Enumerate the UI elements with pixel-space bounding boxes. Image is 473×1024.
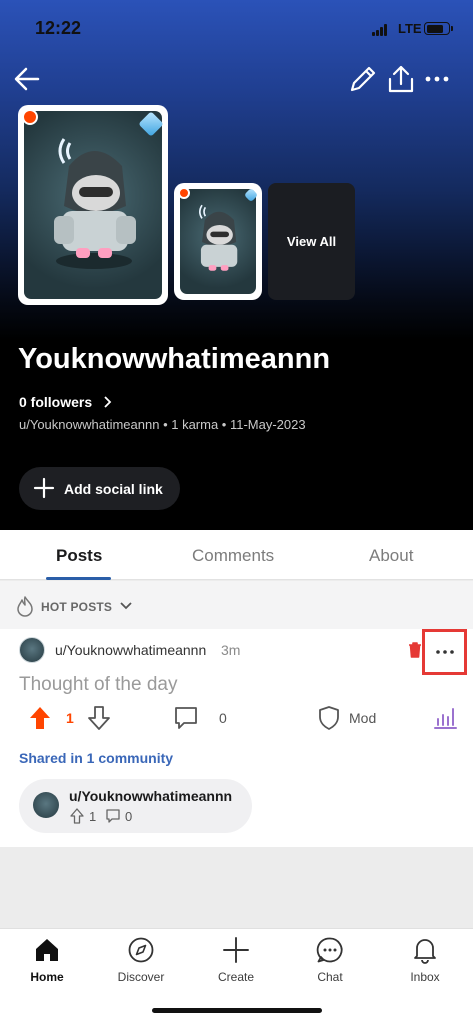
post-age: 3m: [221, 642, 241, 658]
shared-in-community-link[interactable]: Shared in 1 community: [19, 750, 173, 766]
crosspost-community: u/Youknowwhatimeannn: [69, 788, 233, 804]
nav-discover[interactable]: Discover: [94, 929, 188, 989]
share-icon[interactable]: [384, 62, 418, 96]
followers-link[interactable]: 0 followers: [19, 394, 112, 410]
pencil-icon[interactable]: [346, 62, 380, 96]
flame-icon: [17, 596, 33, 617]
upvote-icon[interactable]: [28, 705, 52, 731]
profile-meta: u/Youknowwhatimeannn • 1 karma • 11-May-…: [19, 417, 306, 432]
nav-chat-label: Chat: [317, 970, 343, 984]
nav-home[interactable]: Home: [0, 929, 94, 989]
avatar-collectible-card[interactable]: [18, 105, 168, 305]
mod-label[interactable]: Mod: [349, 710, 376, 726]
chat-icon: [316, 937, 343, 963]
home-icon: [36, 939, 58, 961]
add-social-link-button[interactable]: Add social link: [19, 467, 180, 510]
active-tab-indicator: [46, 577, 111, 580]
add-social-link-label: Add social link: [64, 481, 163, 497]
sort-bar[interactable]: HOT POSTS: [0, 581, 473, 629]
nav-inbox-label: Inbox: [410, 970, 440, 984]
status-time: 12:22: [35, 18, 82, 38]
comment-icon[interactable]: [173, 705, 199, 731]
nav-home-label: Home: [30, 970, 64, 984]
crosspost-avatar: [33, 792, 59, 818]
chevron-right-icon: [104, 396, 112, 408]
compass-icon: [128, 937, 154, 963]
signal-icon: [372, 24, 392, 36]
avatar-art: [24, 111, 162, 299]
post-more-options-button[interactable]: [422, 629, 467, 675]
nav-create[interactable]: Create: [189, 929, 283, 989]
downvote-icon[interactable]: [87, 705, 111, 731]
profile-display-name: Youknowwhatimeannn: [18, 343, 331, 375]
post-title[interactable]: Thought of the day: [19, 674, 177, 696]
crosspost-chip[interactable]: u/Youknowwhatimeannn 1 0: [19, 779, 252, 833]
tab-comments[interactable]: Comments: [192, 546, 274, 566]
avatar-collectible-card-small[interactable]: [174, 183, 262, 300]
upvote-outline-icon: [70, 808, 84, 824]
bell-icon: [414, 939, 436, 964]
view-all-button[interactable]: View All: [268, 183, 355, 300]
status-bar: 12:22 LTE: [0, 0, 473, 54]
home-indicator: [152, 1008, 322, 1013]
tab-posts[interactable]: Posts: [56, 546, 102, 566]
comment-count: 0: [219, 710, 227, 726]
snoo-avatar-illustration-small: [199, 204, 238, 271]
battery-icon: [424, 22, 453, 35]
nav-chat[interactable]: Chat: [283, 929, 377, 989]
nav-inbox[interactable]: Inbox: [378, 929, 472, 989]
more-horizontal-icon: [436, 650, 454, 654]
sort-label: HOT POSTS: [41, 600, 113, 614]
reddit-badge-icon: [22, 109, 38, 125]
crosspost-upvotes: 1: [89, 809, 97, 824]
vote-count: 1: [66, 710, 74, 726]
network-label: LTE: [398, 21, 422, 36]
crosspost-comments: 0: [125, 809, 133, 824]
comment-icon: [106, 809, 120, 823]
more-horizontal-icon[interactable]: [420, 62, 454, 96]
avatar-art-small: [180, 189, 256, 294]
post-author[interactable]: u/Youknowwhatimeannn: [55, 642, 206, 658]
insights-chart-icon[interactable]: [432, 705, 458, 731]
nav-discover-label: Discover: [117, 970, 165, 984]
profile-header: 12:22 LTE View All Youknowwhatimeannn 0 …: [0, 0, 473, 530]
profile-tabs: Posts Comments About: [0, 530, 473, 580]
plus-icon: [33, 477, 55, 499]
reddit-badge-icon: [178, 187, 190, 199]
plus-icon: [223, 937, 249, 963]
followers-count: 0 followers: [19, 394, 93, 410]
trash-icon[interactable]: [408, 642, 422, 658]
author-avatar[interactable]: [19, 637, 45, 663]
snoo-avatar-illustration: [54, 138, 136, 269]
nav-create-label: Create: [217, 970, 255, 984]
post-card[interactable]: u/Youknowwhatimeannn 3m Thought of the d…: [0, 629, 473, 847]
chevron-down-icon: [120, 602, 132, 610]
tab-about[interactable]: About: [369, 546, 413, 566]
shield-icon[interactable]: [317, 705, 341, 731]
back-arrow-icon[interactable]: [10, 62, 44, 96]
